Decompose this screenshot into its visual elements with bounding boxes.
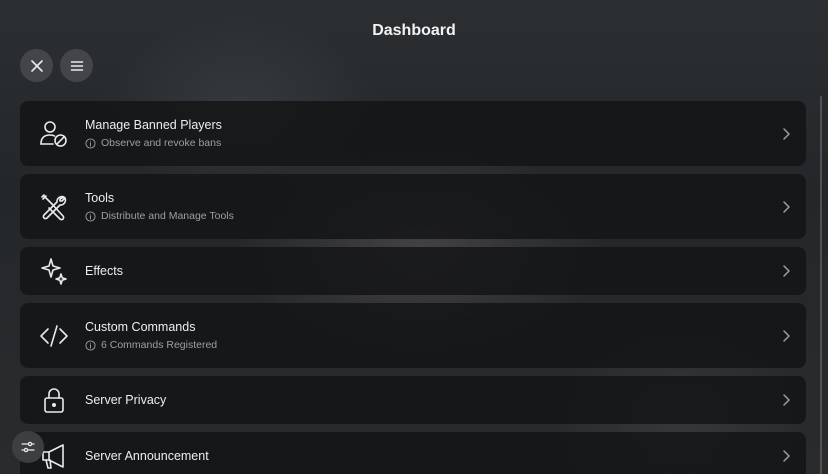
item-server-privacy[interactable]: Server Privacy	[20, 376, 806, 424]
item-title: Manage Banned Players	[85, 118, 222, 132]
chevron-right-icon	[783, 394, 790, 406]
item-subtitle: Observe and revoke bans	[101, 137, 222, 149]
hamburger-icon	[70, 60, 83, 71]
item-title: Effects	[85, 264, 123, 278]
chevron-right-icon	[783, 127, 790, 140]
info-icon	[85, 339, 96, 351]
item-custom-commands[interactable]: Custom Commands 6 Commands Registered	[20, 303, 806, 368]
tools-icon	[38, 191, 70, 223]
close-icon	[30, 59, 43, 72]
settings-button[interactable]	[12, 431, 44, 463]
item-manage-banned-players[interactable]: Manage Banned Players Observe and revoke…	[20, 101, 806, 166]
item-title: Server Announcement	[85, 449, 209, 463]
page-title: Dashboard	[372, 22, 456, 39]
item-title: Server Privacy	[85, 393, 167, 407]
user-ban-icon	[38, 118, 70, 150]
info-icon	[85, 137, 96, 149]
info-icon	[85, 210, 96, 222]
chevron-right-icon	[783, 450, 790, 462]
item-tools[interactable]: Tools Distribute and Manage Tools	[20, 174, 806, 239]
close-button[interactable]	[20, 49, 53, 82]
item-subtitle: 6 Commands Registered	[101, 339, 218, 351]
item-subtitle: Distribute and Manage Tools	[101, 210, 234, 222]
item-title: Custom Commands	[85, 320, 196, 334]
item-server-announcement[interactable]: Server Announcement	[20, 432, 806, 474]
item-title: Tools	[85, 191, 115, 205]
lock-icon	[38, 384, 70, 416]
menu-button[interactable]	[60, 49, 93, 82]
code-icon	[38, 320, 70, 352]
chevron-right-icon	[783, 329, 790, 342]
sparkles-icon	[38, 255, 70, 287]
item-effects[interactable]: Effects	[20, 247, 806, 295]
chevron-right-icon	[783, 265, 790, 277]
sliders-icon	[21, 441, 35, 453]
chevron-right-icon	[783, 200, 790, 213]
scrollbar[interactable]	[820, 96, 822, 474]
